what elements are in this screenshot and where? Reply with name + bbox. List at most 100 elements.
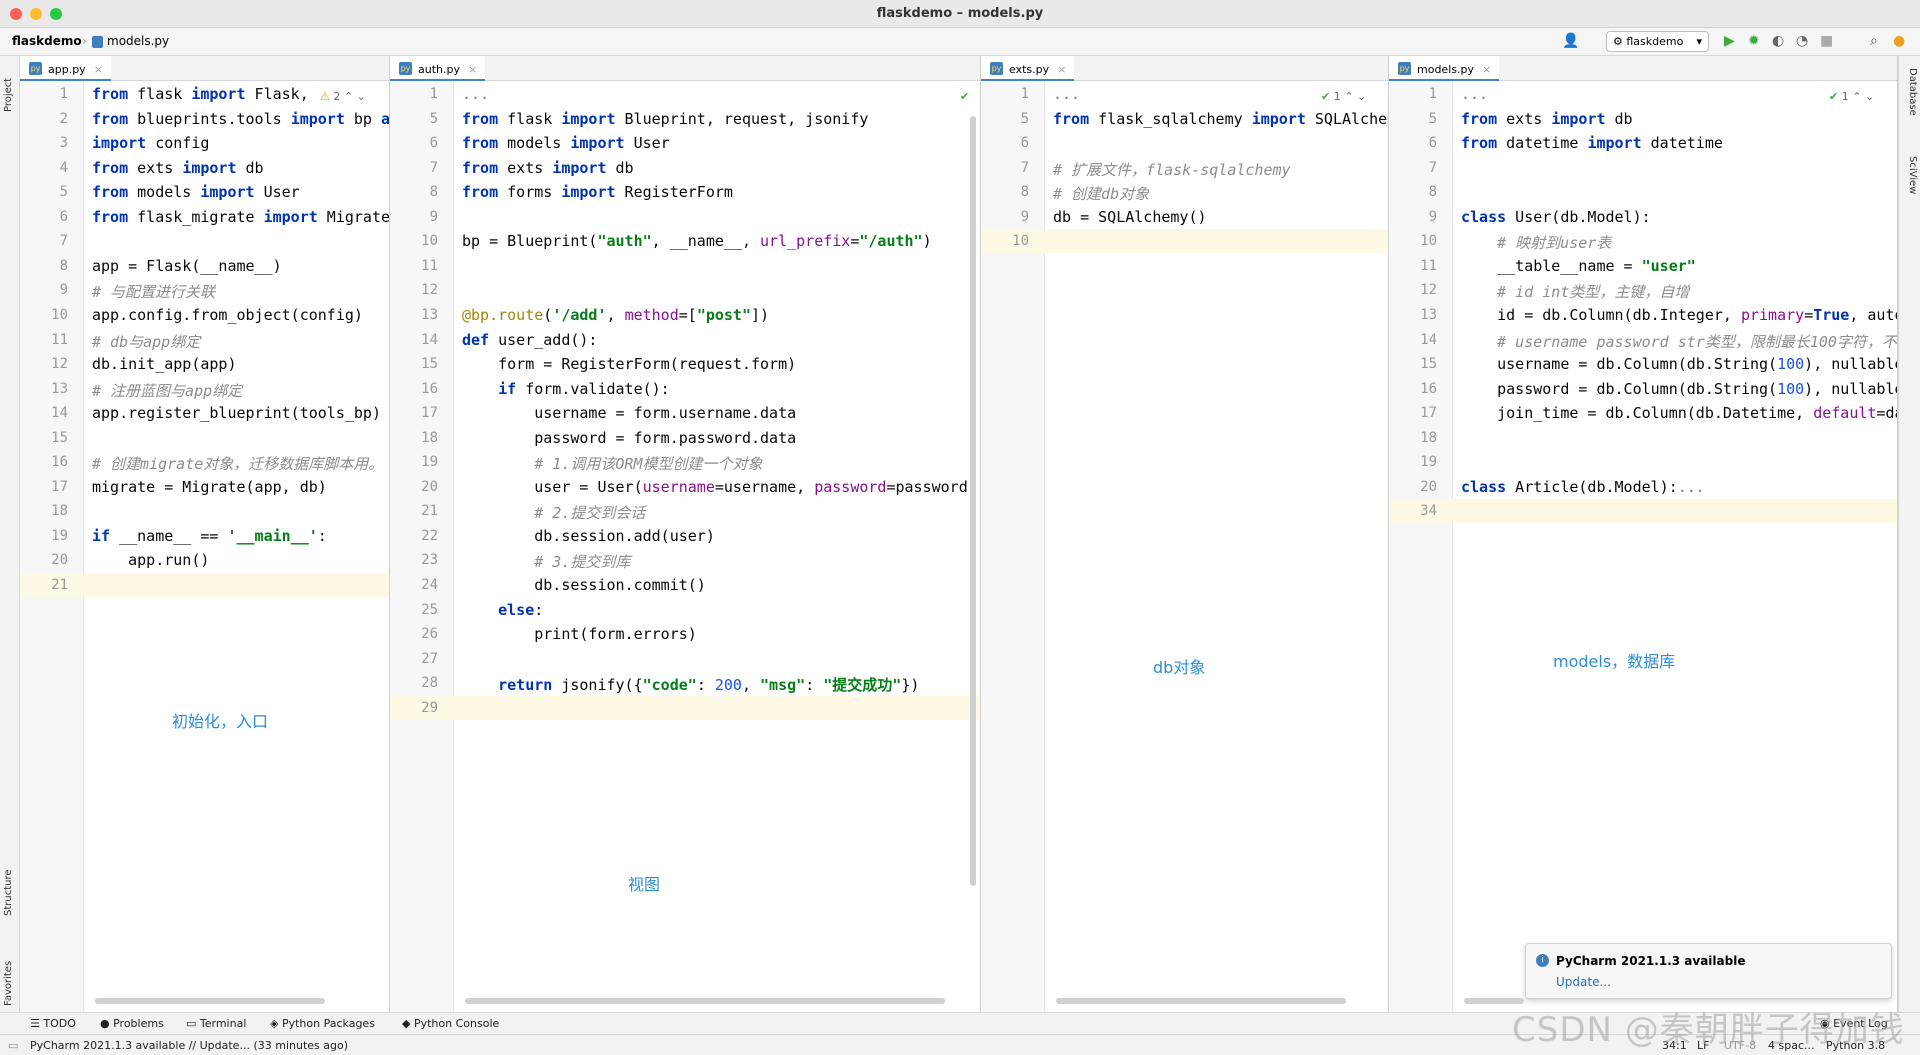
problems-tab[interactable]: ● Problems — [100, 1017, 164, 1030]
code-line[interactable]: 20 user = User(username=username, passwo… — [390, 475, 980, 499]
profile-icon[interactable]: ◔ — [1796, 33, 1808, 49]
code-line[interactable]: 26 print(form.errors) — [390, 622, 980, 646]
code-line[interactable]: 2 from blueprints.tools import bp as — [20, 107, 389, 131]
editor-tab-app[interactable]: py app.py × — [20, 56, 111, 81]
code-line[interactable]: 16 if form.validate(): — [390, 377, 980, 401]
code-line[interactable]: 1... — [1389, 82, 1897, 106]
code-line[interactable]: 24 db.session.commit() — [390, 573, 980, 597]
code-line[interactable]: 20 class Article(db.Model):... — [1389, 475, 1897, 499]
status-toggle-icon[interactable]: ▭ — [8, 1039, 18, 1052]
code-line[interactable]: 9 — [390, 205, 980, 229]
code-line[interactable]: 28 return jsonify({"code": 200, "msg": "… — [390, 671, 980, 695]
code-line[interactable]: 10 # 映射到user表 — [1389, 229, 1897, 253]
code-line[interactable]: 17 join_time = db.Column(db.Datetime, de… — [1389, 401, 1897, 425]
code-line[interactable]: 9 db = SQLAlchemy() — [981, 205, 1388, 229]
editor-tab-auth[interactable]: py auth.py × — [390, 56, 486, 81]
status-message[interactable]: PyCharm 2021.1.3 available // Update... … — [30, 1039, 348, 1052]
editor-tab-exts[interactable]: py exts.py × — [981, 56, 1075, 81]
code-line[interactable]: 8 from forms import RegisterForm — [390, 180, 980, 204]
code-line[interactable]: 7 — [20, 229, 389, 253]
code-area[interactable]: 1 from flask import Flask, 2 from blueprint… — [20, 81, 389, 1012]
code-line[interactable]: 15 — [20, 426, 389, 450]
code-area[interactable]: 1... 5 from flask_sqlalchemy import SQLAlc… — [981, 81, 1388, 1012]
code-line[interactable]: 18 password = form.password.data — [390, 426, 980, 450]
code-line[interactable]: 9 # 与配置进行关联 — [20, 278, 389, 302]
code-line[interactable]: 17 migrate = Migrate(app, db) — [20, 475, 389, 499]
code-line[interactable]: 27 — [390, 647, 980, 671]
code-line[interactable]: 13 # 注册蓝图与app绑定 — [20, 377, 389, 401]
code-line[interactable]: 12 # id int类型，主键，自增 — [1389, 278, 1897, 302]
code-line[interactable]: 19 if __name__ == '__main__': — [20, 524, 389, 548]
code-line[interactable]: 8 app = Flask(__name__) — [20, 254, 389, 278]
python-console-tab[interactable]: ◆ Python Console — [402, 1017, 499, 1030]
code-line[interactable]: 11 — [390, 254, 980, 278]
code-area[interactable]: 1... 5 from exts import db 6 from datetime i… — [1389, 81, 1897, 1012]
run-configuration-select[interactable]: ⚙ flaskdemo ▾ — [1606, 31, 1709, 52]
code-line[interactable]: 17 username = form.username.data — [390, 401, 980, 425]
inspection-widget[interactable]: ⚠ 2 ⌃ ⌄ — [320, 90, 366, 103]
stop-icon[interactable]: ■ — [1820, 33, 1833, 49]
structure-tool-button[interactable]: Structure — [3, 869, 14, 916]
debug-icon[interactable]: ✹ — [1748, 33, 1760, 49]
code-line[interactable]: 5 from flask import Blueprint, request, j… — [390, 107, 980, 131]
code-line[interactable]: 5 from flask_sqlalchemy import SQLAlchemy — [981, 107, 1388, 131]
code-line[interactable]: 5 from exts import db — [1389, 107, 1897, 131]
close-tab-icon[interactable]: × — [468, 63, 477, 76]
breadcrumb-project[interactable]: flaskdemo — [12, 34, 82, 48]
code-area[interactable]: 1... 5 from flask import Blueprint, reques… — [390, 81, 980, 1012]
code-line[interactable]: 9 class User(db.Model): — [1389, 205, 1897, 229]
vertical-scrollbar[interactable] — [970, 116, 976, 886]
code-line[interactable]: 6 from models import User — [390, 131, 980, 155]
code-line[interactable]: 22 db.session.add(user) — [390, 524, 980, 548]
code-line[interactable]: 29 — [390, 695, 980, 720]
inspection-widget[interactable]: ✔ 1 ⌃ ⌄ — [1321, 90, 1366, 103]
code-line[interactable]: 7 # 扩展文件，flask-sqlalchemy — [981, 156, 1388, 180]
close-tab-icon[interactable]: × — [94, 63, 103, 76]
code-line[interactable]: 6 from datetime import datetime — [1389, 131, 1897, 155]
code-line[interactable]: 12 db.init_app(app) — [20, 352, 389, 376]
code-line[interactable]: 16 password = db.Column(db.String(100), … — [1389, 377, 1897, 401]
python-packages-tab[interactable]: ◈ Python Packages — [270, 1017, 375, 1030]
code-line[interactable]: 10 app.config.from_object(config) — [20, 303, 389, 327]
code-line[interactable]: 10 — [981, 229, 1388, 254]
code-line[interactable]: 7 — [1389, 156, 1897, 180]
code-line[interactable]: 5 from models import User — [20, 180, 389, 204]
terminal-tab[interactable]: ▭ Terminal — [186, 1017, 246, 1030]
code-line[interactable]: 12 — [390, 278, 980, 302]
horizontal-scrollbar[interactable] — [465, 998, 945, 1004]
code-line[interactable]: 13 @bp.route('/add', method=["post"]) — [390, 303, 980, 327]
code-line[interactable]: 15 username = db.Column(db.String(100), … — [1389, 352, 1897, 376]
sciview-tool-button[interactable]: SciView — [1907, 156, 1918, 194]
run-icon[interactable]: ▶ — [1724, 33, 1735, 49]
code-line[interactable]: 20 app.run() — [20, 548, 389, 572]
code-line[interactable]: 8 — [1389, 180, 1897, 204]
code-line[interactable]: 7 from exts import db — [390, 156, 980, 180]
breadcrumb-file[interactable]: models.py — [107, 34, 169, 48]
code-line[interactable]: 25 else: — [390, 598, 980, 622]
code-line[interactable]: 15 form = RegisterForm(request.form) — [390, 352, 980, 376]
no-problems-icon[interactable]: ✔ — [960, 90, 969, 103]
code-line[interactable]: 18 — [1389, 426, 1897, 450]
inspection-widget[interactable]: ✔ 1 ⌃ ⌄ — [1829, 90, 1874, 103]
code-line[interactable]: 11 __table__name = "user" — [1389, 254, 1897, 278]
code-line[interactable]: 11 # db与app绑定 — [20, 328, 389, 352]
update-notification[interactable]: i PyCharm 2021.1.3 available Update... — [1525, 943, 1892, 999]
code-line[interactable]: 23 # 3.提交到库 — [390, 548, 980, 572]
coverage-icon[interactable]: ◐ — [1772, 33, 1784, 49]
code-line[interactable]: 6 — [981, 131, 1388, 155]
code-line[interactable]: 34 — [1389, 499, 1897, 524]
code-line[interactable]: 13 id = db.Column(db.Integer, primary=Tr… — [1389, 303, 1897, 327]
code-line[interactable]: 14 # username password str类型，限制最长100字符，不… — [1389, 328, 1897, 352]
update-icon[interactable]: ● — [1893, 33, 1905, 49]
code-line[interactable]: 4 from exts import db — [20, 156, 389, 180]
editor-tab-models[interactable]: py models.py × — [1389, 56, 1500, 81]
search-icon[interactable]: ⌕ — [1870, 33, 1878, 49]
code-line[interactable]: 10 bp = Blueprint("auth", __name__, url_p… — [390, 229, 980, 253]
code-line[interactable]: 16 # 创建migrate对象，迁移数据库脚本用。 — [20, 450, 389, 474]
close-tab-icon[interactable]: × — [1482, 63, 1491, 76]
todo-tab[interactable]: ☰ TODO — [30, 1017, 76, 1030]
code-line[interactable]: 18 — [20, 499, 389, 523]
code-line[interactable]: 1... — [390, 82, 980, 106]
horizontal-scrollbar[interactable] — [95, 998, 325, 1004]
code-line[interactable]: 21 — [20, 573, 389, 597]
